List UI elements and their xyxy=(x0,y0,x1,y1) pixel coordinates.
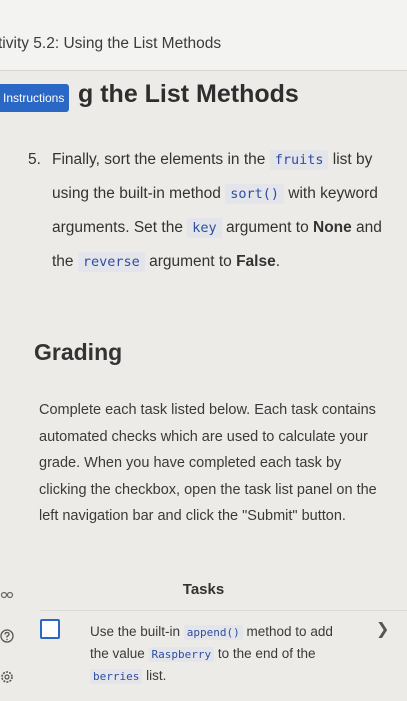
step-text-part: . xyxy=(275,253,281,270)
task-item[interactable]: Use the built-in append() method to add … xyxy=(40,610,407,701)
code-berries: berries xyxy=(90,669,143,684)
glasses-icon[interactable] xyxy=(0,586,14,600)
settings-icon[interactable] xyxy=(0,670,14,684)
help-icon[interactable] xyxy=(0,629,14,643)
instruction-step: 5. Finally, sort the elements in the fru… xyxy=(28,143,400,279)
step-text-part: argument to xyxy=(221,219,313,236)
instructions-tab[interactable]: Instructions xyxy=(0,84,70,112)
grading-heading: Grading xyxy=(34,339,123,365)
step-text: Finally, sort the elements in the fruits… xyxy=(52,143,400,279)
task-text-part: Use the built-in xyxy=(90,624,184,639)
task-checkbox[interactable] xyxy=(40,619,60,639)
step-text-part: Finally, sort the elements in the xyxy=(52,151,270,168)
task-text-part: list. xyxy=(142,668,167,683)
bold-none: None xyxy=(313,219,352,236)
code-append: append() xyxy=(183,625,243,640)
bold-false: False xyxy=(236,253,276,270)
code-sort: sort() xyxy=(225,184,284,204)
tasks-heading: Tasks xyxy=(182,581,225,598)
step-text-part: argument to xyxy=(144,253,237,270)
activity-header: tivity 5.2: Using the List Methods xyxy=(0,0,407,71)
step-number: 5. xyxy=(28,151,41,168)
code-raspberry: Raspberry xyxy=(148,647,215,662)
grading-description: Complete each task listed below. Each ta… xyxy=(39,402,377,524)
chevron-right-icon[interactable]: ❯ xyxy=(376,619,389,639)
page-title: g the List Methods xyxy=(78,80,299,108)
left-navigation-rail xyxy=(0,580,22,700)
code-fruits: fruits xyxy=(269,150,329,170)
code-reverse: reverse xyxy=(77,252,145,272)
code-key: key xyxy=(187,218,222,238)
task-text-part: to the end of the xyxy=(214,646,316,661)
activity-title: tivity 5.2: Using the List Methods xyxy=(0,35,222,52)
task-description: Use the built-in append() method to add … xyxy=(90,621,352,687)
